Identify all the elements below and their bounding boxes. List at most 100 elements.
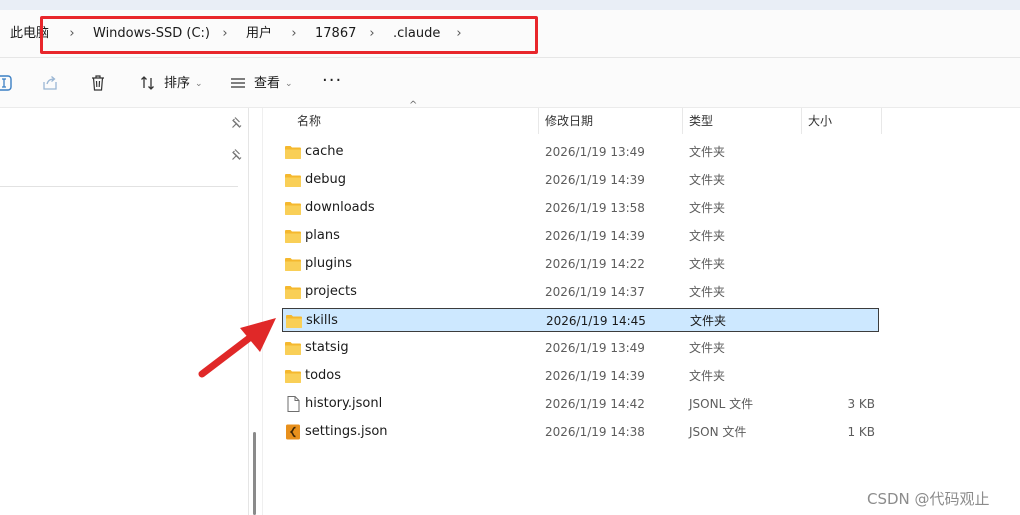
file-size — [815, 364, 875, 388]
file-name: cache — [305, 144, 344, 159]
file-name: history.jsonl — [305, 396, 383, 411]
delete-icon[interactable] — [88, 73, 108, 93]
folder-icon — [285, 230, 301, 243]
file-row[interactable]: cache 2026/1/19 13:49 文件夹 — [282, 140, 879, 164]
folder-icon — [285, 286, 301, 299]
file-row[interactable]: plans 2026/1/19 14:39 文件夹 — [282, 224, 879, 248]
file-modified: 2026/1/19 14:37 — [545, 285, 645, 299]
file-modified: 2026/1/19 14:38 — [545, 425, 645, 439]
pin-icon[interactable] — [230, 116, 244, 130]
sort-button[interactable]: 排序 — [164, 75, 190, 93]
file-size — [815, 196, 875, 220]
file-type: 文件夹 — [690, 314, 727, 328]
rename-icon[interactable] — [0, 73, 14, 93]
file-row[interactable]: history.jsonl 2026/1/19 14:42 JSONL 文件 3 KB — [282, 392, 879, 416]
file-type: 文件夹 — [689, 173, 726, 187]
navigation-pane — [0, 108, 248, 515]
file-size — [815, 336, 875, 360]
file-type: JSON 文件 — [689, 425, 747, 439]
file-row[interactable]: settings.json 2026/1/19 14:38 JSON 文件 1 KB — [282, 420, 879, 444]
file-type: 文件夹 — [689, 145, 726, 159]
breadcrumb-users[interactable]: 用户 — [246, 24, 272, 44]
folder-icon — [285, 174, 301, 187]
file-row[interactable]: projects 2026/1/19 14:37 文件夹 — [282, 280, 879, 304]
column-header-name[interactable]: 名称 — [297, 110, 321, 132]
watermark: CSDN @代码观止 — [867, 490, 990, 508]
address-bar[interactable]: 此电脑 › Windows-SSD (C:) › 用户 › 17867 › .c… — [0, 10, 1020, 58]
breadcrumb-this-pc[interactable]: 此电脑 — [10, 24, 49, 44]
file-row[interactable]: debug 2026/1/19 14:39 文件夹 — [282, 168, 879, 192]
view-caret-icon[interactable]: ⌄ — [285, 75, 293, 93]
sort-ascending-icon: ^ — [409, 100, 418, 111]
file-name: statsig — [305, 340, 349, 355]
file-modified: 2026/1/19 14:45 — [546, 314, 646, 328]
folder-icon — [285, 202, 301, 215]
file-icon — [287, 396, 300, 412]
breadcrumb-chevron-icon[interactable]: › — [289, 24, 299, 44]
nav-divider — [0, 186, 238, 187]
file-row[interactable]: statsig 2026/1/19 13:49 文件夹 — [282, 336, 879, 360]
breadcrumb-chevron-icon[interactable]: › — [367, 24, 377, 44]
breadcrumb-chevron-icon[interactable]: › — [67, 24, 77, 44]
file-size — [815, 252, 875, 276]
file-name: plans — [305, 228, 340, 243]
file-name: todos — [305, 368, 342, 383]
sort-icon[interactable] — [139, 73, 159, 93]
column-separator[interactable] — [881, 108, 882, 134]
file-modified: 2026/1/19 13:58 — [545, 201, 645, 215]
file-size — [815, 280, 875, 304]
breadcrumb-chevron-icon[interactable]: › — [220, 24, 230, 44]
breadcrumb-claude-folder[interactable]: .claude — [393, 24, 440, 44]
file-type: 文件夹 — [689, 369, 726, 383]
file-modified: 2026/1/19 13:49 — [545, 341, 645, 355]
more-options-button[interactable]: ··· — [322, 71, 342, 91]
column-separator[interactable] — [801, 108, 802, 134]
column-separator[interactable] — [538, 108, 539, 134]
file-name: plugins — [305, 256, 352, 271]
folder-icon — [285, 258, 301, 271]
file-modified: 2026/1/19 14:42 — [545, 397, 645, 411]
file-modified: 2026/1/19 14:39 — [545, 173, 645, 187]
file-size: 1 KB — [847, 425, 875, 439]
folder-icon — [285, 146, 301, 159]
column-separator[interactable] — [682, 108, 683, 134]
view-button[interactable]: 查看 — [254, 75, 280, 93]
breadcrumb-drive[interactable]: Windows-SSD (C:) — [93, 24, 210, 44]
column-header-size[interactable]: 大小 — [808, 110, 832, 132]
file-size — [815, 224, 875, 248]
breadcrumb-user-folder[interactable]: 17867 — [315, 24, 356, 44]
sort-caret-icon[interactable]: ⌄ — [195, 75, 203, 93]
column-header-type[interactable]: 类型 — [689, 110, 713, 132]
nav-scrollbar[interactable] — [253, 432, 256, 515]
file-modified: 2026/1/19 14:22 — [545, 257, 645, 271]
file-name: debug — [305, 172, 346, 187]
file-row[interactable]: plugins 2026/1/19 14:22 文件夹 — [282, 252, 879, 276]
file-type: 文件夹 — [689, 229, 726, 243]
file-row[interactable]: downloads 2026/1/19 13:58 文件夹 — [282, 196, 879, 220]
file-type: 文件夹 — [689, 257, 726, 271]
folder-icon — [285, 370, 301, 383]
share-icon[interactable] — [40, 73, 60, 93]
file-type: 文件夹 — [689, 285, 726, 299]
column-header-modified[interactable]: 修改日期 — [545, 110, 593, 132]
command-bar: 排序 ⌄ 查看 ⌄ ··· — [0, 58, 1020, 108]
file-name: projects — [305, 284, 357, 299]
breadcrumb-chevron-icon[interactable]: › — [454, 24, 464, 44]
file-name: settings.json — [305, 424, 388, 439]
list-gutter — [262, 108, 263, 515]
pin-icon[interactable] — [230, 148, 244, 162]
window-top-strip — [0, 0, 1020, 10]
file-size — [815, 168, 875, 192]
view-icon[interactable] — [228, 73, 248, 93]
file-modified: 2026/1/19 14:39 — [545, 369, 645, 383]
file-name: downloads — [305, 200, 375, 215]
file-modified: 2026/1/19 14:39 — [545, 229, 645, 243]
file-row[interactable]: todos 2026/1/19 14:39 文件夹 — [282, 364, 879, 388]
pane-splitter[interactable] — [248, 108, 249, 515]
file-row[interactable]: skills 2026/1/19 14:45 文件夹 — [282, 308, 879, 332]
file-size — [814, 309, 874, 333]
file-size: 3 KB — [847, 397, 875, 411]
file-type: JSONL 文件 — [689, 397, 754, 411]
file-type: 文件夹 — [689, 201, 726, 215]
file-modified: 2026/1/19 13:49 — [545, 145, 645, 159]
